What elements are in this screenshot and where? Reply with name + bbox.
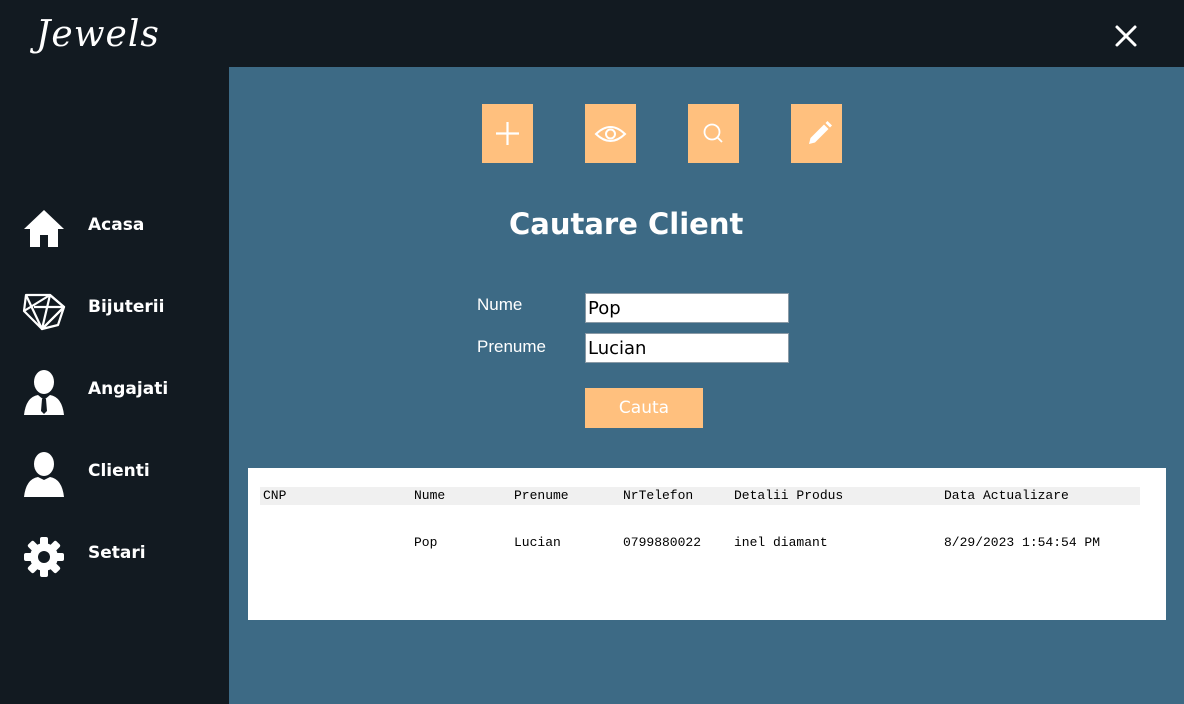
sidebar-item-clienti[interactable]: Clienti [0,441,229,501]
plus-icon [496,122,519,145]
close-button[interactable] [1108,18,1144,54]
nume-input[interactable] [585,293,789,323]
home-icon [24,210,64,247]
column-header-nrtelefon[interactable]: NrTelefon [623,488,693,503]
column-header-nume[interactable]: Nume [414,488,445,503]
search-tool-button[interactable] [688,104,739,163]
sidebar-item-label: Bijuterii [88,297,165,317]
table-cell-detalii-produs[interactable]: inel diamant [734,535,828,550]
prenume-label: Prenume [477,337,546,356]
close-icon [1115,25,1137,47]
column-header-cnp[interactable]: CNP [263,488,286,503]
main-panel: Cautare Client Nume Prenume Cauta CNP Nu… [229,67,1184,704]
app-logo: Jewels [36,14,160,55]
diamond-icon [22,293,66,331]
table-cell-data-actualizare[interactable]: 8/29/2023 1:54:54 PM [944,535,1100,550]
sidebar-item-label: Angajati [88,379,169,399]
view-button[interactable] [585,104,636,163]
sidebar-item-bijuterii[interactable]: Bijuterii [0,277,229,337]
title-bar: Jewels [0,0,1184,67]
column-header-prenume[interactable]: Prenume [514,488,569,503]
sidebar-item-label: Acasa [88,215,145,235]
add-button[interactable] [482,104,533,163]
column-header-detalii-produs[interactable]: Detalii Produs [734,488,843,503]
sidebar: Acasa Bijuterii Angajati Clienti Setari [0,67,229,704]
sidebar-item-label: Setari [88,543,146,563]
search-button[interactable]: Cauta [585,388,703,428]
page-title: Cautare Client [509,207,744,241]
table-cell-prenume[interactable]: Lucian [514,535,561,550]
sidebar-item-angajati[interactable]: Angajati [0,359,229,419]
employee-icon [24,370,64,415]
sidebar-item-label: Clienti [88,461,150,481]
column-header-data-actualizare[interactable]: Data Actualizare [944,488,1069,503]
prenume-input[interactable] [585,333,789,363]
gear-icon [24,537,64,577]
sidebar-item-acasa[interactable]: Acasa [0,195,229,255]
table-cell-nume[interactable]: Pop [414,535,437,550]
results-grid[interactable]: CNP Nume Prenume NrTelefon Detalii Produ… [248,468,1166,620]
search-icon [703,123,723,143]
edit-button[interactable] [791,104,842,163]
sidebar-item-setari[interactable]: Setari [0,523,229,583]
client-icon [24,452,64,497]
table-cell-nrtelefon[interactable]: 0799880022 [623,535,701,550]
eye-icon [594,126,627,142]
nume-label: Nume [477,295,523,314]
pencil-icon [809,121,832,144]
